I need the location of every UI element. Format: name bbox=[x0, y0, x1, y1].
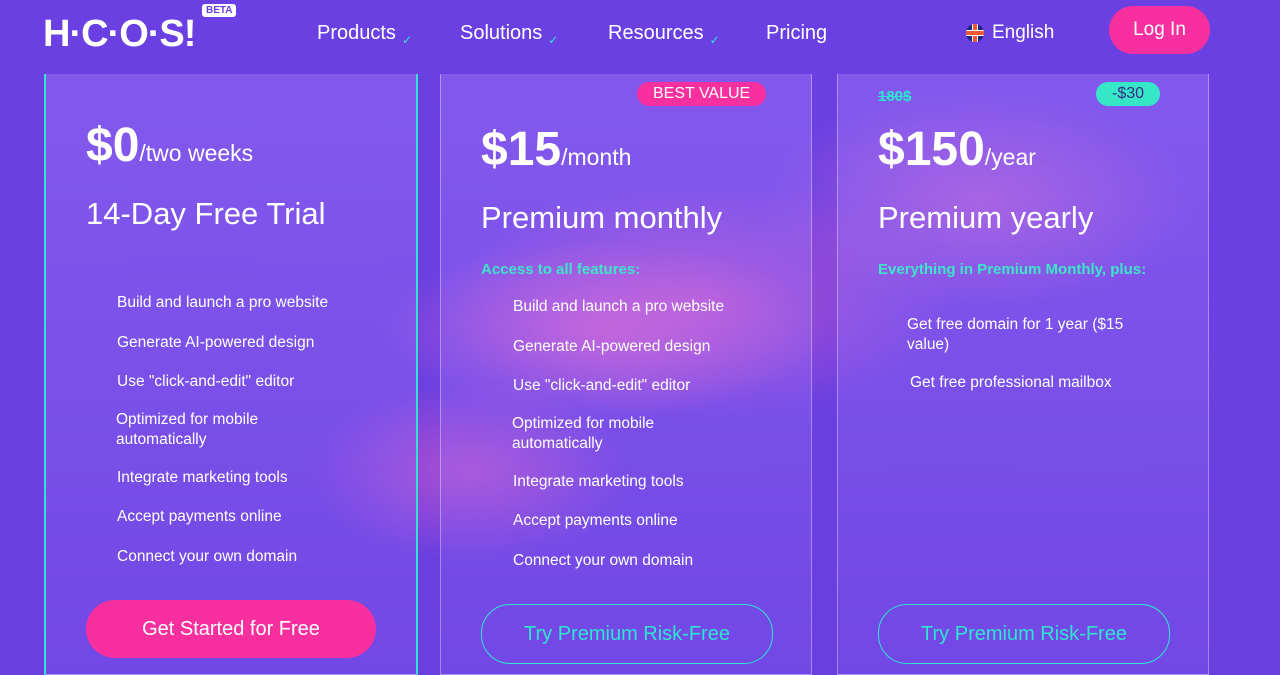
plan-price: $150 /year bbox=[878, 122, 1036, 177]
price-amount: $150 bbox=[878, 123, 985, 176]
plan-card-yearly: 180$ -$30 $150 /year Premium yearly Ever… bbox=[837, 74, 1209, 675]
nav-solutions[interactable]: Solutions ✓ bbox=[460, 22, 559, 47]
feature-item: Integrate marketing tools bbox=[513, 473, 684, 490]
chevron-down-icon: ✓ bbox=[709, 32, 720, 47]
nav-label: Resources bbox=[608, 22, 704, 44]
try-premium-yearly-button[interactable]: Try Premium Risk-Free bbox=[878, 604, 1170, 664]
old-price: 180$ bbox=[878, 88, 912, 105]
discount-badge: -$30 bbox=[1096, 82, 1161, 106]
feature-item: Connect your own domain bbox=[513, 552, 694, 569]
plan-name: Premium monthly bbox=[481, 200, 723, 235]
price-period: /month bbox=[561, 144, 632, 170]
feature-item: Accept payments online bbox=[513, 512, 678, 529]
feature-item: Use "click-and-edit" editor bbox=[117, 373, 295, 390]
feature-item: Accept payments online bbox=[117, 508, 282, 525]
best-value-badge: BEST VALUE bbox=[637, 82, 767, 106]
price-amount: $0 bbox=[86, 119, 140, 172]
plan-name: 14-Day Free Trial bbox=[86, 196, 326, 231]
feature-item: Get free domain for 1 year ($15 value) bbox=[907, 316, 1124, 353]
plan-card-trial: $0 /two weeks 14-Day Free Trial Build an… bbox=[44, 74, 418, 675]
language-selector[interactable]: English bbox=[966, 22, 1054, 44]
plan-name: Premium yearly bbox=[878, 200, 1094, 235]
logo-text: H·C·O·S! bbox=[43, 13, 196, 55]
feature-item: Build and launch a pro website bbox=[513, 298, 725, 315]
nav-label: Pricing bbox=[766, 22, 828, 44]
chevron-down-icon: ✓ bbox=[401, 32, 412, 47]
features-heading: Access to all features: bbox=[481, 261, 641, 278]
nav-products[interactable]: Products ✓ bbox=[317, 22, 412, 47]
uk-flag-icon bbox=[966, 24, 984, 42]
language-label: English bbox=[992, 22, 1055, 43]
chevron-down-icon: ✓ bbox=[548, 32, 559, 47]
plan-price: $15 /month bbox=[481, 122, 631, 177]
plan-card-monthly: BEST VALUE $15 /month Premium monthly Ac… bbox=[440, 74, 812, 675]
beta-badge: BETA bbox=[202, 4, 237, 17]
nav-label: Products bbox=[317, 22, 396, 44]
nav-label: Solutions bbox=[460, 22, 543, 44]
nav-resources[interactable]: Resources ✓ bbox=[608, 22, 720, 47]
feature-item: Generate AI-powered design bbox=[117, 334, 315, 351]
brand-logo[interactable]: H·C·O·S! bbox=[43, 13, 196, 55]
feature-item: Connect your own domain bbox=[117, 548, 298, 565]
nav-pricing[interactable]: Pricing bbox=[766, 22, 827, 45]
feature-item: Optimized for mobile automatically bbox=[512, 415, 655, 452]
plan-price: $0 /two weeks bbox=[86, 118, 253, 173]
get-started-button[interactable]: Get Started for Free bbox=[86, 600, 376, 658]
price-amount: $15 bbox=[481, 123, 562, 176]
try-premium-monthly-button[interactable]: Try Premium Risk-Free bbox=[481, 604, 773, 664]
feature-item: Generate AI-powered design bbox=[513, 338, 711, 355]
login-button[interactable]: Log In bbox=[1109, 6, 1210, 54]
feature-item: Get free professional mailbox bbox=[910, 374, 1112, 391]
feature-item: Use "click-and-edit" editor bbox=[513, 377, 691, 394]
feature-item: Optimized for mobile automatically bbox=[116, 411, 259, 448]
price-period: /two weeks bbox=[139, 140, 254, 166]
feature-item: Build and launch a pro website bbox=[117, 294, 329, 311]
feature-item: Integrate marketing tools bbox=[117, 469, 288, 486]
price-period: /year bbox=[984, 144, 1036, 170]
features-heading: Everything in Premium Monthly, plus: bbox=[878, 261, 1147, 278]
